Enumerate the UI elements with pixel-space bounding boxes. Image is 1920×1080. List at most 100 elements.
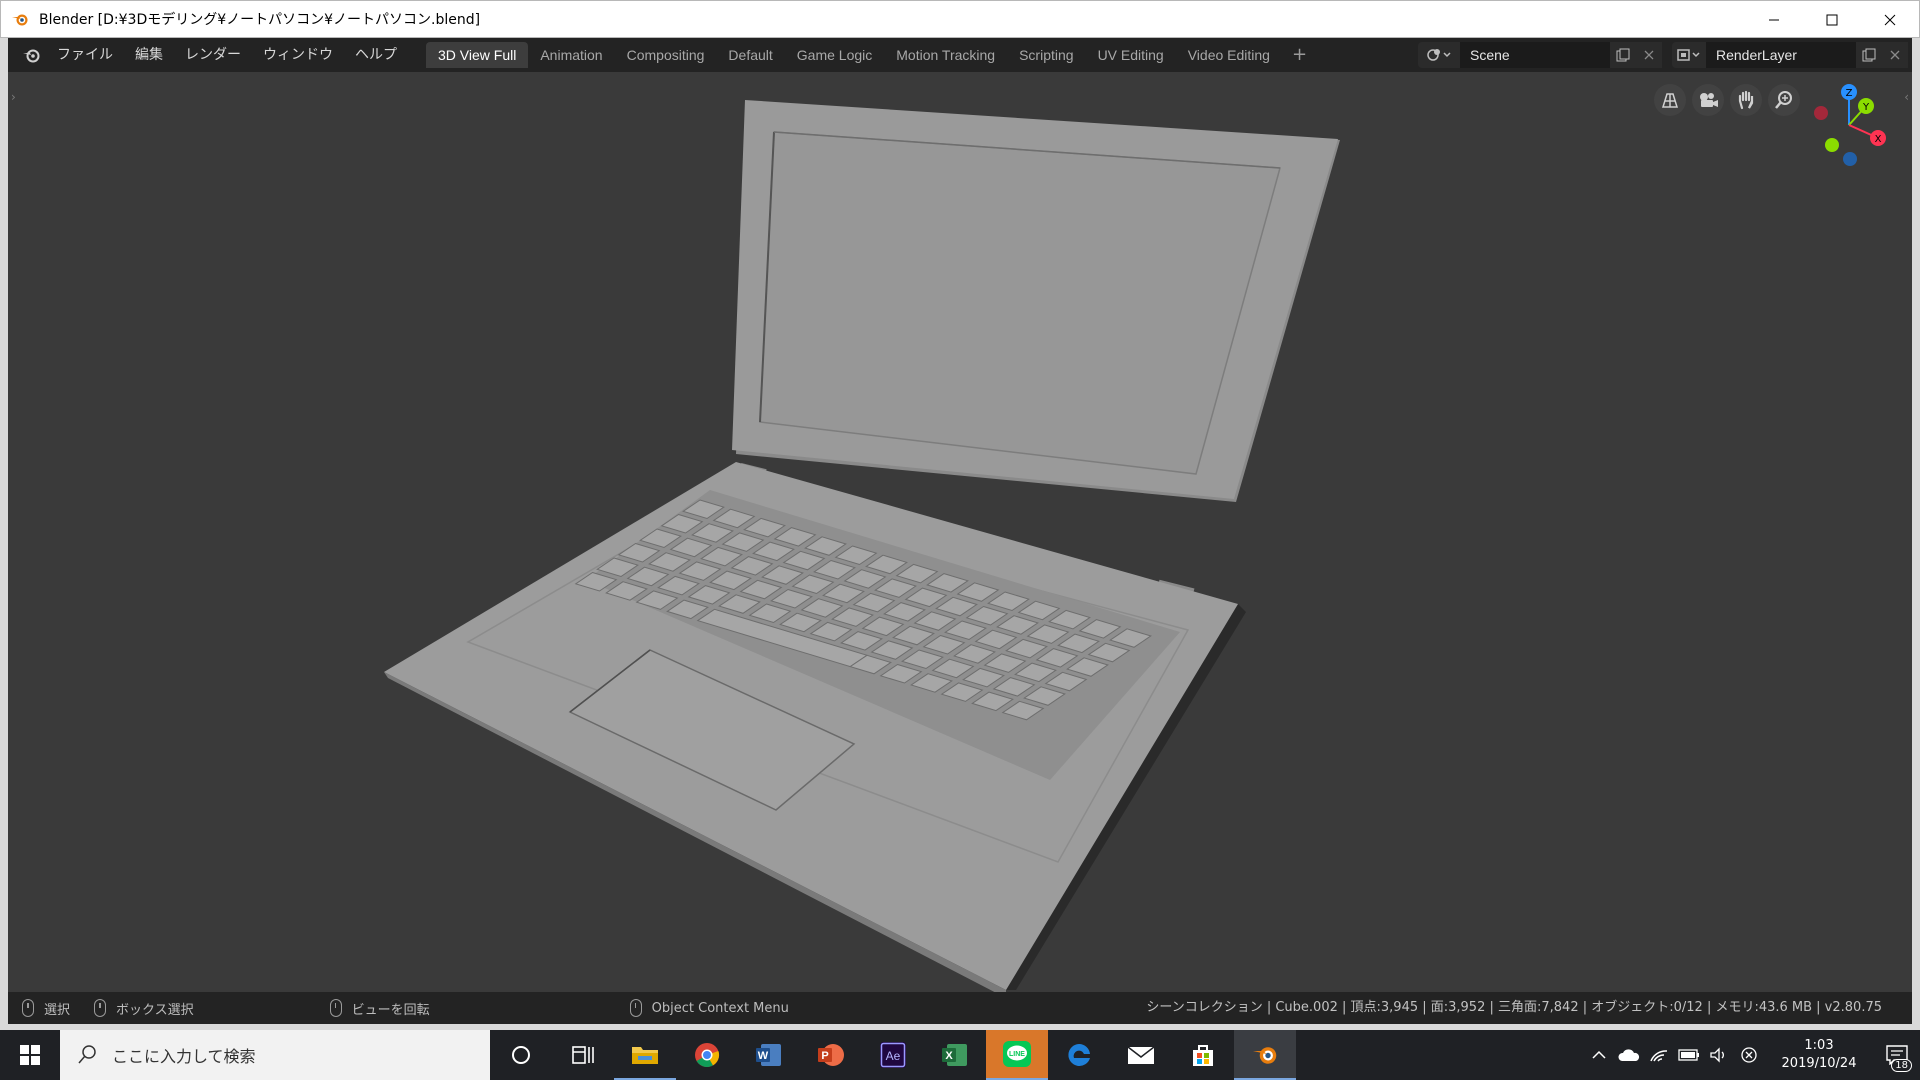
tab-video-editing[interactable]: Video Editing [1176, 42, 1282, 68]
menu-window[interactable]: ウィンドウ [252, 38, 344, 72]
toggle-perspective-button[interactable] [1654, 84, 1686, 116]
menu-edit[interactable]: 編集 [124, 38, 174, 72]
blender-icon[interactable] [1234, 1030, 1296, 1080]
maximize-button[interactable] [1803, 1, 1861, 39]
copy-icon [1616, 48, 1630, 62]
render-layer-icon [1677, 49, 1700, 61]
blender-app-icon [1, 0, 39, 38]
line-icon[interactable]: LINE [986, 1030, 1048, 1080]
cortana-icon[interactable] [490, 1030, 552, 1080]
status-box-select: ボックス選択 [94, 992, 194, 1024]
excel-icon[interactable]: X [924, 1030, 986, 1080]
pan-view-button[interactable] [1730, 84, 1762, 116]
chrome-icon[interactable] [676, 1030, 738, 1080]
svg-text:X: X [945, 1050, 953, 1062]
tab-scripting[interactable]: Scripting [1007, 42, 1085, 68]
minimize-button[interactable] [1745, 1, 1803, 39]
svg-text:P: P [821, 1050, 828, 1062]
blender-topbar: ファイル 編集 レンダー ウィンドウ ヘルプ 3D View Full Anim… [8, 38, 1912, 72]
scene-browse-button[interactable] [1418, 42, 1460, 68]
close-icon [1890, 50, 1900, 60]
render-layer-selector: RenderLayer [1672, 42, 1908, 68]
blender-logo-icon[interactable] [16, 38, 46, 72]
system-tray: 1:03 2019/10/24 18 [1584, 1030, 1920, 1080]
search-icon [78, 1045, 96, 1064]
volume-icon[interactable] [1704, 1030, 1734, 1080]
gizmo-y-label: Y [1862, 102, 1870, 113]
tab-uv-editing[interactable]: UV Editing [1086, 42, 1176, 68]
tab-default[interactable]: Default [716, 42, 784, 68]
taskbar-apps: W P Ae X LINE [490, 1030, 1296, 1080]
window-titlebar: Blender [D:¥3Dモデリング¥ノートパソコン¥ノートパソコン.blen… [0, 0, 1920, 38]
notification-center-button[interactable]: 18 [1874, 1030, 1920, 1080]
close-icon [1884, 14, 1896, 26]
render-layer-name-field[interactable]: RenderLayer [1706, 42, 1856, 68]
taskbar-clock[interactable]: 1:03 2019/10/24 [1764, 1037, 1874, 1073]
camera-view-button[interactable] [1692, 84, 1724, 116]
close-button[interactable] [1861, 1, 1919, 39]
grid-view-icon [1661, 93, 1679, 108]
tab-animation[interactable]: Animation [528, 42, 614, 68]
windows-taskbar: ここに入力して検索 W P Ae X LINE 1:03 2019/10/24 … [0, 1030, 1920, 1080]
tab-game-logic[interactable]: Game Logic [785, 42, 884, 68]
wifi-icon[interactable] [1644, 1030, 1674, 1080]
add-workspace-button[interactable]: + [1282, 42, 1317, 68]
viewport-nav-tools [1654, 84, 1800, 116]
edge-icon[interactable] [1048, 1030, 1110, 1080]
workspace-tabs: 3D View Full Animation Compositing Defau… [426, 38, 1317, 72]
gizmo-z-label: Z [1846, 88, 1853, 99]
scene-icon [1427, 49, 1451, 61]
render-layer-browse-button[interactable] [1672, 42, 1706, 68]
task-view-icon[interactable] [552, 1030, 614, 1080]
scene-name-field[interactable]: Scene [1460, 42, 1610, 68]
camera-icon [1700, 93, 1718, 107]
chevron-up-icon[interactable] [1584, 1030, 1614, 1080]
mouse-right-icon [629, 999, 642, 1017]
mouse-left-icon [22, 999, 34, 1017]
minimize-icon [1769, 19, 1779, 21]
mouse-middle-icon [329, 999, 342, 1017]
file-explorer-icon[interactable] [614, 1030, 676, 1080]
clock-time: 1:03 [1804, 1038, 1834, 1053]
mouse-right-icon [94, 999, 107, 1017]
notification-count: 18 [1891, 1059, 1912, 1072]
render-layer-remove-button[interactable] [1882, 42, 1908, 68]
powerpoint-icon[interactable]: P [800, 1030, 862, 1080]
mail-icon[interactable] [1110, 1030, 1172, 1080]
maximize-icon [1826, 14, 1838, 26]
laptop-model[interactable] [8, 72, 1912, 992]
status-rotate-view: ビューを回転 [329, 992, 430, 1024]
menu-file[interactable]: ファイル [46, 38, 124, 72]
scene-selector: Scene [1418, 42, 1662, 68]
tab-3d-view-full[interactable]: 3D View Full [426, 42, 529, 68]
status-context-menu: Object Context Menu [629, 992, 789, 1024]
tab-compositing[interactable]: Compositing [615, 42, 717, 68]
svg-text:Ae: Ae [886, 1049, 901, 1063]
store-icon[interactable] [1172, 1030, 1234, 1080]
zoom-view-button[interactable] [1768, 84, 1800, 116]
onedrive-icon[interactable] [1614, 1030, 1644, 1080]
battery-icon[interactable] [1674, 1030, 1704, 1080]
zoom-icon [1775, 91, 1792, 109]
status-select: 選択 [22, 992, 70, 1024]
scene-copy-button[interactable] [1610, 42, 1636, 68]
word-icon[interactable]: W [738, 1030, 800, 1080]
svg-text:LINE: LINE [1009, 1051, 1025, 1058]
3d-viewport[interactable]: › ‹ Z Y X [8, 72, 1912, 992]
scene-remove-button[interactable] [1636, 42, 1662, 68]
hand-pan-icon [1738, 90, 1754, 110]
close-icon [1644, 50, 1654, 60]
orientation-gizmo[interactable]: Z Y X [1804, 80, 1894, 180]
taskbar-search[interactable]: ここに入力して検索 [60, 1030, 490, 1080]
gizmo-x-label: X [1875, 134, 1882, 145]
svg-text:W: W [758, 1050, 769, 1062]
tab-motion-tracking[interactable]: Motion Tracking [884, 42, 1007, 68]
render-layer-copy-button[interactable] [1856, 42, 1882, 68]
menu-help[interactable]: ヘルプ [344, 38, 408, 72]
start-button[interactable] [0, 1030, 60, 1080]
after-effects-icon[interactable]: Ae [862, 1030, 924, 1080]
windows-logo-icon [20, 1045, 40, 1065]
status-bar: 選択 ボックス選択 ビューを回転 Object Context Menu シーン… [8, 992, 1912, 1024]
menu-render[interactable]: レンダー [174, 38, 252, 72]
ime-icon[interactable] [1734, 1030, 1764, 1080]
